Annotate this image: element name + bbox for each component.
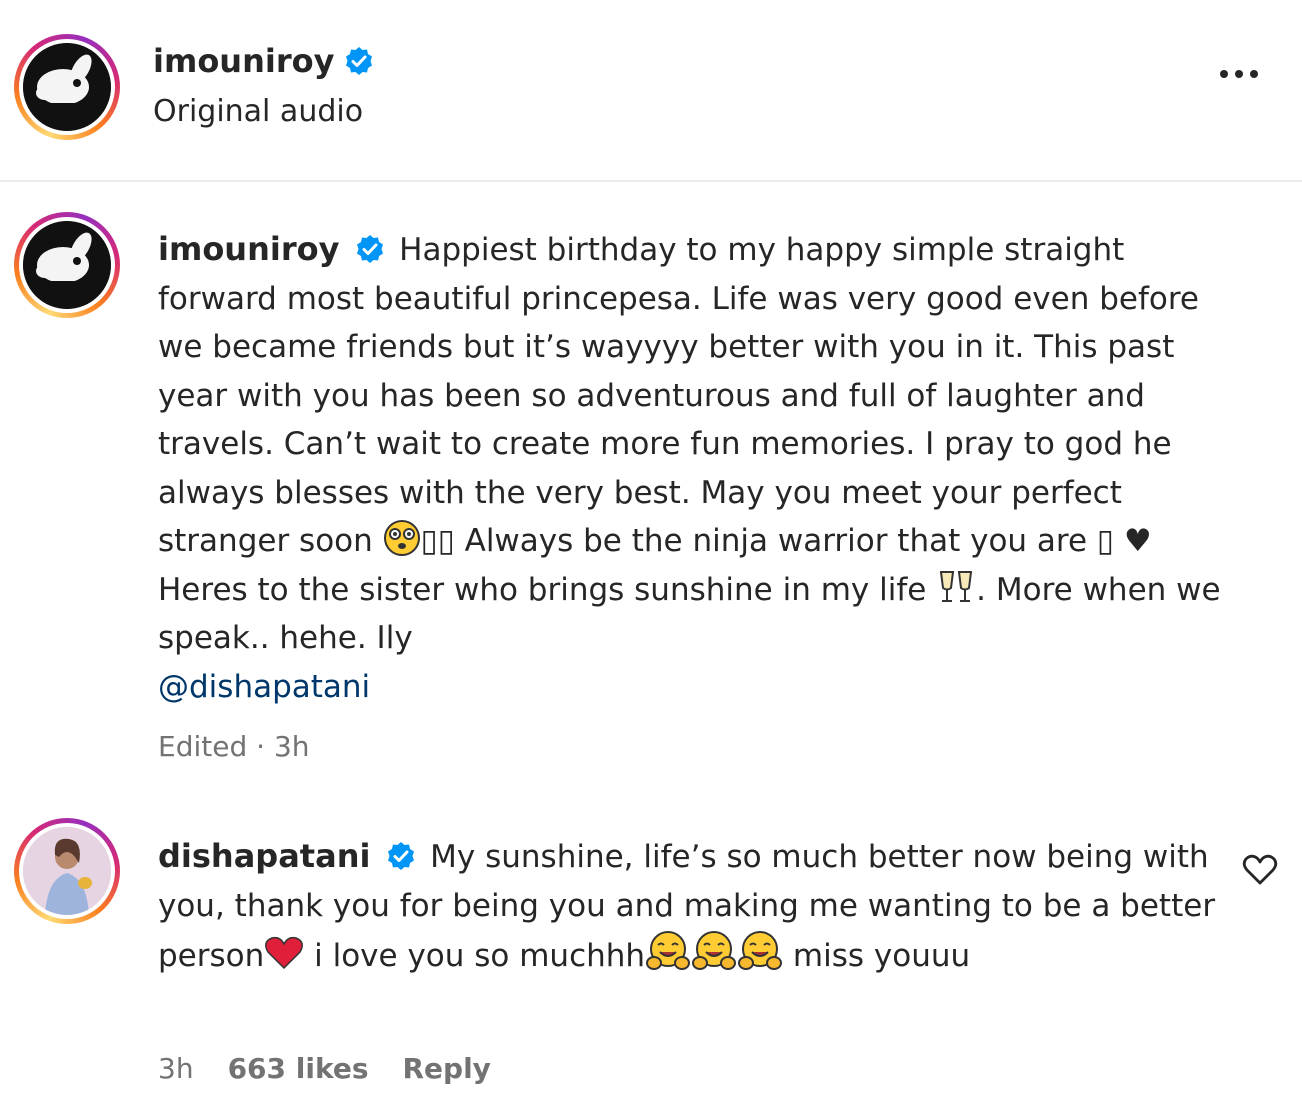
caption-text-part1: Happiest birthday to my happy simple str…: [158, 232, 1199, 559]
comment-body: dishapatani My sunshine, life’s so much …: [158, 832, 1228, 981]
comment-username[interactable]: dishapatani: [158, 837, 370, 875]
caption-avatar[interactable]: [14, 212, 120, 318]
more-options-icon[interactable]: [1220, 70, 1258, 78]
header-avatar[interactable]: [14, 34, 120, 140]
verified-badge-icon: [357, 235, 384, 263]
meta-separator: ·: [247, 730, 274, 763]
hugging-face-emoji: [738, 931, 783, 970]
hugging-face-emoji: [692, 931, 737, 970]
comment-avatar[interactable]: [14, 818, 120, 924]
post-caption: imouniroy Happiest birthday to my happy …: [158, 225, 1228, 711]
comment-meta: 3h 663 likes Reply: [158, 1052, 491, 1085]
header-divider: [0, 180, 1302, 182]
red-heart-emoji: [265, 936, 304, 970]
avatar-bunny-icon: [23, 43, 111, 131]
header-username[interactable]: imouniroy: [153, 42, 334, 80]
likes-count[interactable]: 663 likes: [228, 1052, 369, 1085]
profile-photo-icon: [23, 827, 111, 915]
avatar-bunny-icon: [23, 221, 111, 309]
caption-time[interactable]: 3h: [274, 730, 310, 763]
edited-label: Edited: [158, 730, 248, 763]
verified-badge-icon: [346, 47, 373, 75]
caption-meta: Edited · 3h: [158, 730, 310, 763]
comment-text-part3: miss youuu: [783, 938, 971, 974]
audio-subtitle[interactable]: Original audio: [153, 94, 363, 129]
mention-link[interactable]: @dishapatani: [158, 669, 370, 705]
comment-text-part2: i love you so muchhh: [304, 938, 646, 974]
verified-badge-icon: [388, 842, 415, 870]
hugging-face-emoji: [646, 931, 691, 970]
reply-button[interactable]: Reply: [402, 1052, 490, 1085]
caption-username[interactable]: imouniroy: [158, 230, 339, 268]
clinking-glasses-emoji: [940, 570, 973, 602]
heart-outline-icon[interactable]: [1242, 854, 1278, 890]
dizzy-face-emoji: [383, 520, 420, 556]
comment-time[interactable]: 3h: [158, 1052, 194, 1085]
